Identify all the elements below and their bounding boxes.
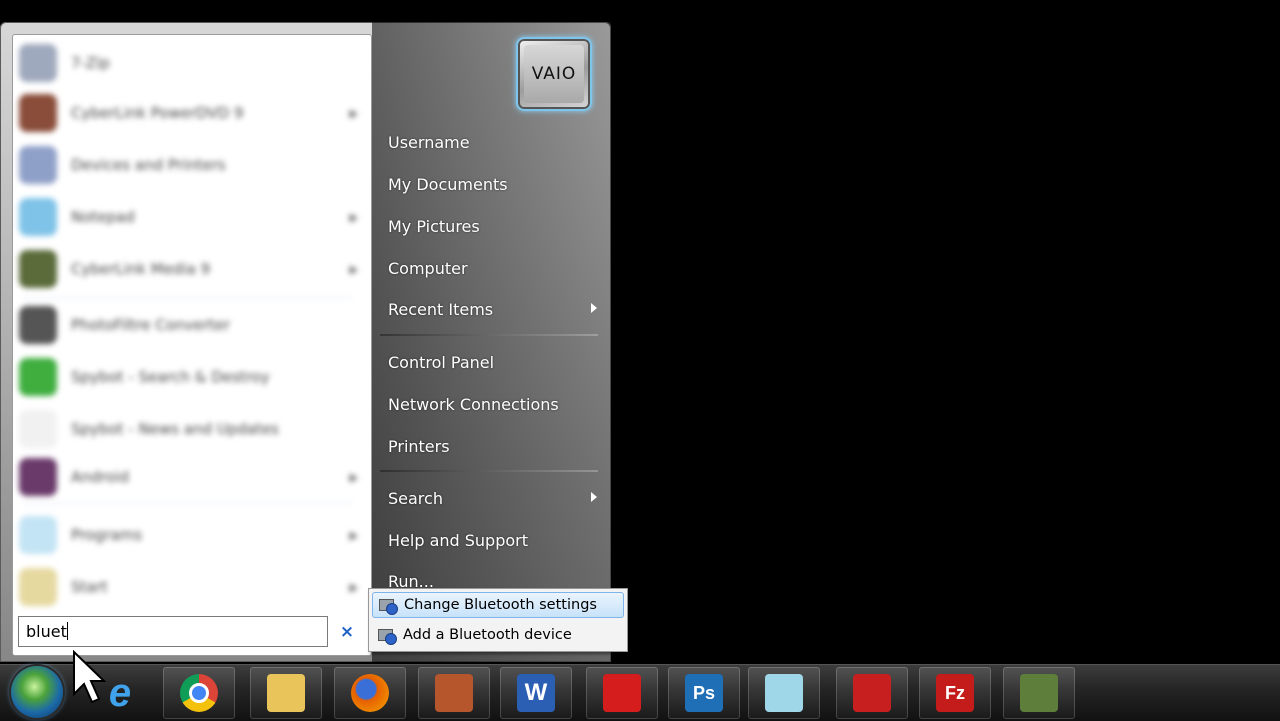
taskbar-button[interactable] xyxy=(163,667,235,719)
taskbar-button[interactable] xyxy=(586,667,658,719)
program-list-item[interactable]: Android ▶ xyxy=(19,455,364,499)
submenu-arrow-icon: ▶ xyxy=(349,106,358,120)
link-recent-items[interactable]: Recent Items xyxy=(388,299,603,321)
search-text: bluet xyxy=(26,622,67,641)
link-network-connections[interactable]: Network Connections xyxy=(388,394,559,416)
program-list-item[interactable]: Spybot - Search & Destroy xyxy=(19,355,364,399)
taskbar-button[interactable] xyxy=(250,667,322,719)
program-label: Spybot - Search & Destroy xyxy=(71,368,270,386)
menu-separator xyxy=(380,334,598,336)
link-my-documents[interactable]: My Documents xyxy=(388,174,508,196)
program-list-item[interactable]: CyberLink Media 9 ▶ xyxy=(19,247,364,291)
program-list-item[interactable]: Start ▶ xyxy=(19,565,364,609)
program-list-item[interactable]: 7-Zip xyxy=(19,41,364,85)
link-help-and-support[interactable]: Help and Support xyxy=(388,530,528,552)
program-label: Programs xyxy=(71,526,143,544)
program-icon xyxy=(19,568,57,606)
program-list-item[interactable]: Programs ▶ xyxy=(19,513,364,557)
filezilla-icon: Fz xyxy=(936,674,974,712)
submenu-arrow-icon: ▶ xyxy=(349,580,358,594)
clear-search-button[interactable]: × xyxy=(338,622,356,642)
link-control-panel[interactable]: Control Panel xyxy=(388,352,494,374)
program-icon xyxy=(19,358,57,396)
start-right-pane xyxy=(372,22,611,662)
program-label: Notepad xyxy=(71,208,135,226)
menu-separator xyxy=(380,470,598,472)
taskbar-button[interactable] xyxy=(748,667,820,719)
link-search-label: Search xyxy=(388,489,443,508)
link-search[interactable]: Search xyxy=(388,488,603,510)
program-label: Start xyxy=(71,578,108,596)
program-label: Spybot - News and Updates xyxy=(71,420,279,438)
program-list-separator xyxy=(23,503,353,504)
bluetooth-device-icon xyxy=(377,627,397,645)
result-label: Change Bluetooth settings xyxy=(404,597,597,613)
firefox-icon xyxy=(351,674,389,712)
user-picture[interactable]: VAIO xyxy=(516,37,592,111)
internet-explorer-icon: e xyxy=(108,670,132,715)
program-label: CyberLink Media 9 xyxy=(71,260,211,278)
program-list-pane: 7-Zip CyberLink PowerDVD 9 ▶ Devices and Pr… xyxy=(12,34,372,656)
text-caret xyxy=(66,622,68,640)
program-label: 7-Zip xyxy=(71,54,110,72)
word-icon: W xyxy=(517,674,555,712)
program-icon xyxy=(19,146,57,184)
program-list-item[interactable]: Spybot - News and Updates xyxy=(19,407,364,451)
vaio-logo: VAIO xyxy=(524,45,584,103)
program-label: PhotoFiltre Converter xyxy=(71,316,231,334)
submenu-arrow-icon: ▶ xyxy=(349,262,358,276)
result-label: Add a Bluetooth device xyxy=(403,627,572,643)
bluetooth-settings-icon xyxy=(378,597,398,615)
acrobat-icon xyxy=(603,674,641,712)
link-username[interactable]: Username xyxy=(388,132,470,154)
taskbar-button[interactable] xyxy=(334,667,406,719)
taskbar-button[interactable]: W xyxy=(500,667,572,719)
submenu-arrow-icon: ▶ xyxy=(349,470,358,484)
program-icon xyxy=(19,516,57,554)
program-list-item[interactable]: Notepad ▶ xyxy=(19,195,364,239)
submenu-arrow-icon xyxy=(591,492,597,502)
taskbar-button[interactable]: Ps xyxy=(668,667,740,719)
mouse-pointer-icon xyxy=(73,650,106,704)
program-list-separator xyxy=(23,297,353,298)
program-label: CyberLink PowerDVD 9 xyxy=(71,104,244,122)
program-list-item[interactable]: CyberLink PowerDVD 9 ▶ xyxy=(19,91,364,135)
start-orb-button[interactable] xyxy=(11,666,63,718)
program-icon xyxy=(19,458,57,496)
link-recent-items-label: Recent Items xyxy=(388,300,494,319)
chrome-icon xyxy=(180,674,218,712)
result-add-bluetooth-device[interactable]: Add a Bluetooth device xyxy=(372,622,624,648)
taskbar-button[interactable] xyxy=(1003,667,1075,719)
start-search-input[interactable]: bluet xyxy=(18,616,328,647)
program-icon xyxy=(19,306,57,344)
install-icon xyxy=(1020,674,1058,712)
link-my-pictures[interactable]: My Pictures xyxy=(388,216,480,238)
taskbar-button[interactable] xyxy=(418,667,490,719)
downloader-icon xyxy=(853,674,891,712)
taskbar-button[interactable] xyxy=(836,667,908,719)
firewall-icon xyxy=(435,674,473,712)
program-icon xyxy=(19,250,57,288)
program-label: Android xyxy=(71,468,129,486)
search-results-flyout: Change Bluetooth settings Add a Bluetoot… xyxy=(368,588,628,652)
taskbar-button[interactable]: Fz xyxy=(919,667,991,719)
result-change-bluetooth-settings[interactable]: Change Bluetooth settings xyxy=(372,592,624,618)
program-icon xyxy=(19,198,57,236)
submenu-arrow-icon xyxy=(591,303,597,313)
program-label: Devices and Printers xyxy=(71,156,226,174)
file-explorer-icon xyxy=(267,674,305,712)
submenu-arrow-icon: ▶ xyxy=(349,528,358,542)
program-list-item[interactable]: PhotoFiltre Converter xyxy=(19,303,364,347)
photoshop-icon: Ps xyxy=(685,674,723,712)
submenu-arrow-icon: ▶ xyxy=(349,210,358,224)
program-icon xyxy=(19,44,57,82)
program-list: 7-Zip CyberLink PowerDVD 9 ▶ Devices and Pr… xyxy=(13,35,371,609)
link-computer[interactable]: Computer xyxy=(388,258,468,280)
program-list-item[interactable]: Devices and Printers xyxy=(19,143,364,187)
glass-window-icon xyxy=(765,674,803,712)
program-icon xyxy=(19,94,57,132)
program-icon xyxy=(19,410,57,448)
link-printers[interactable]: Printers xyxy=(388,436,450,458)
